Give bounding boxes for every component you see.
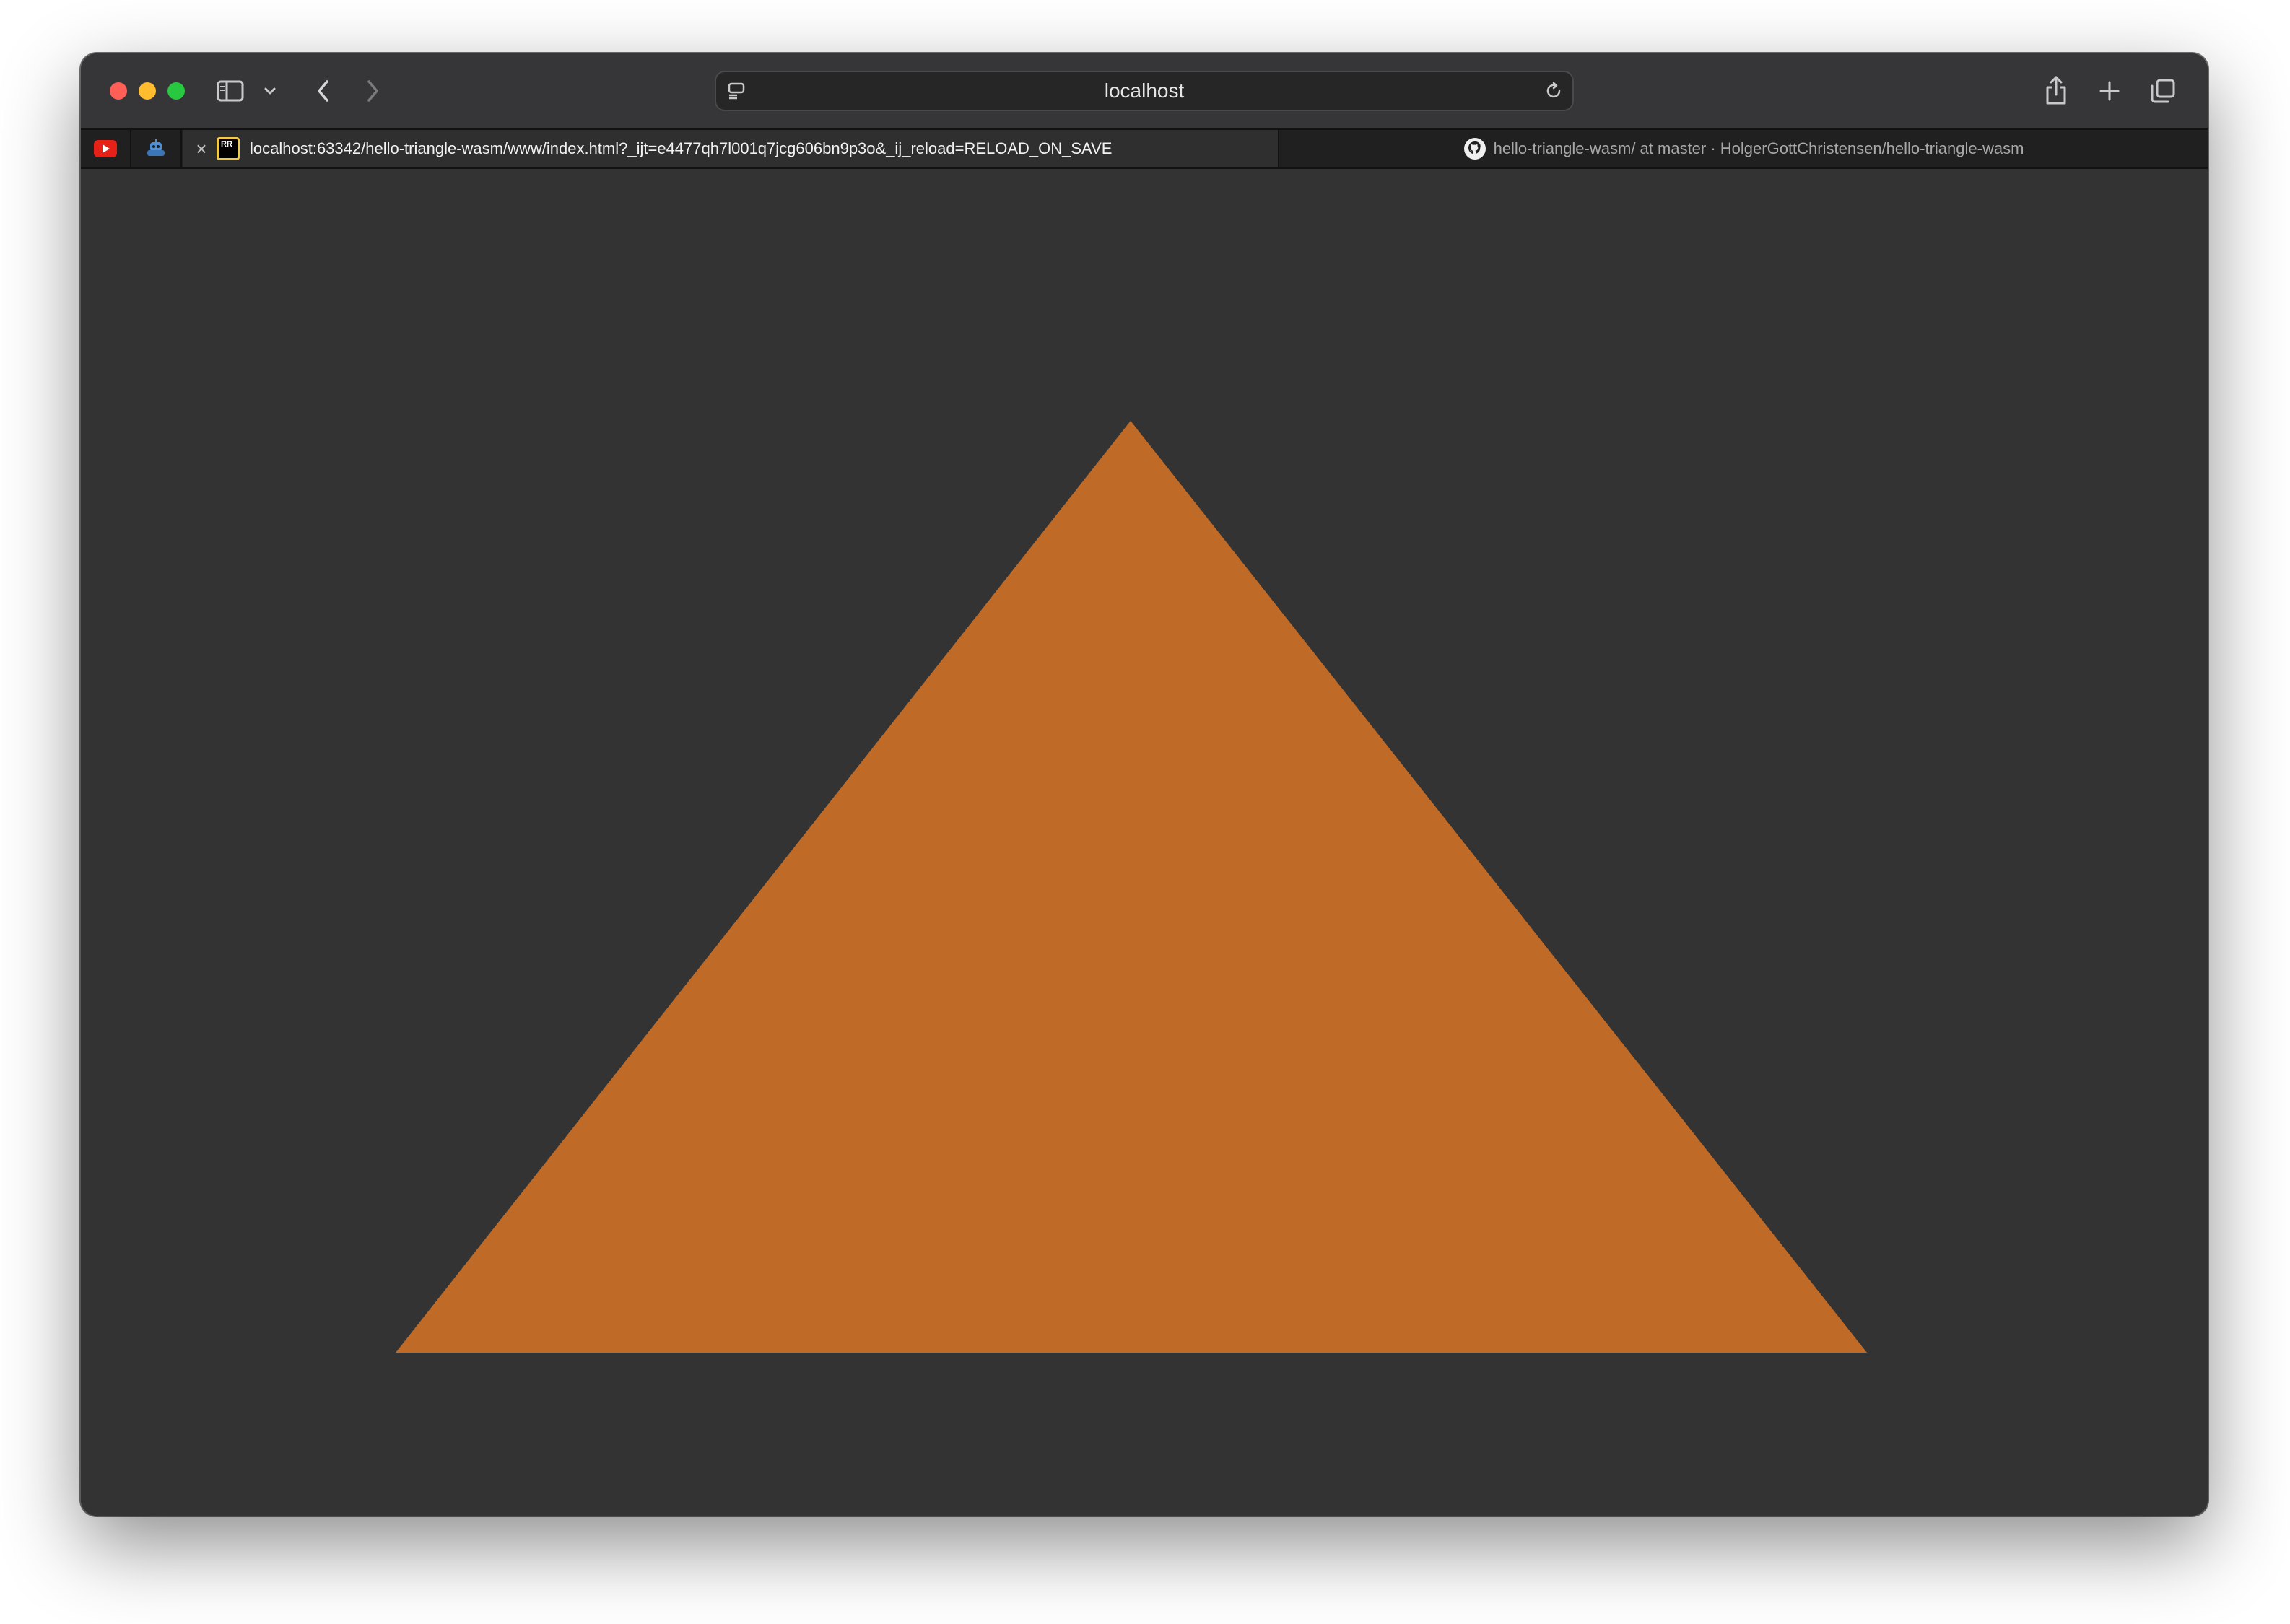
inactive-tab-title: hello-triangle-wasm/ at master · HolgerG… [1493,139,2024,157]
robot-icon [147,139,165,156]
close-tab-button[interactable]: × [191,130,212,167]
rendered-triangle [396,421,1867,1353]
rr-favicon-icon: RR [217,137,240,160]
tab-bar: × RR localhost:63342/hello-triangle-wasm… [81,128,2208,169]
zoom-window-button[interactable] [167,82,185,100]
address-text[interactable]: localhost [716,72,1572,110]
youtube-icon [94,140,117,157]
active-tab-title: localhost:63342/hello-triangle-wasm/www/… [250,139,1113,157]
webgl-canvas [396,421,1867,1353]
inactive-tab[interactable]: hello-triangle-wasm/ at master · HolgerG… [1279,130,2208,167]
tab-overview-icon[interactable] [2147,75,2179,107]
forward-icon[interactable] [360,77,386,105]
new-tab-icon[interactable] [2095,77,2124,105]
share-icon[interactable] [2042,72,2071,108]
github-icon [1463,138,1486,160]
reload-icon[interactable] [1542,79,1565,102]
chevron-down-icon[interactable] [261,82,279,100]
sidebar-icon[interactable] [215,77,245,105]
active-tab[interactable]: × RR localhost:63342/hello-triangle-wasm… [183,130,1279,167]
pinned-tab-youtube[interactable] [81,130,131,167]
address-bar[interactable]: localhost [715,71,1574,111]
minimize-window-button[interactable] [139,82,156,100]
browser-toolbar: localhost [81,53,2208,128]
pinned-tab-robot[interactable] [131,130,182,167]
back-icon[interactable] [310,77,336,105]
close-window-button[interactable] [110,82,127,100]
web-content [81,169,2208,1516]
rr-favicon-label: RR [221,140,232,149]
browser-window: localhost × RR localhost:63342/hello-tri… [81,53,2208,1516]
